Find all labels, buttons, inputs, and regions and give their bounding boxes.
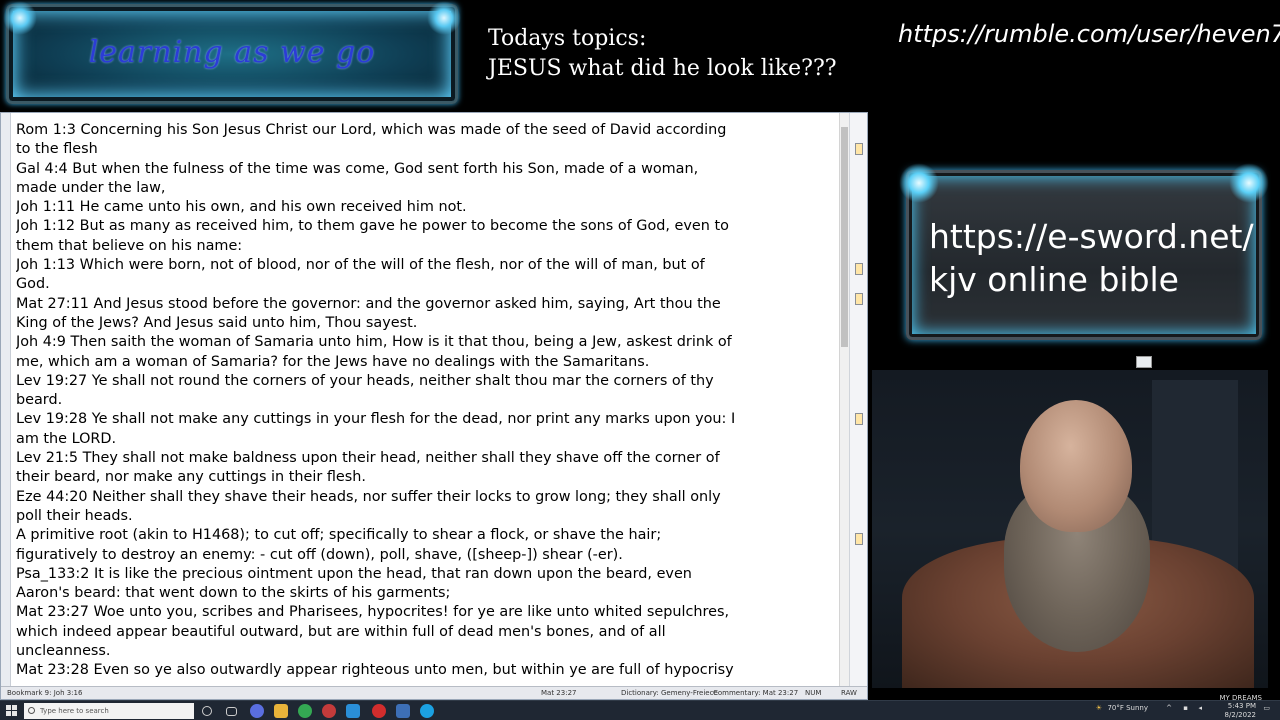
clock-date[interactable]: 8/2/2022 xyxy=(1225,711,1256,719)
toolbar-tab-icon[interactable] xyxy=(855,143,863,155)
verse-line: Joh 1:12 But as many as received him, to… xyxy=(16,218,729,235)
edge-icon[interactable] xyxy=(420,704,434,718)
verse-line: which indeed appear beautiful outward, b… xyxy=(16,623,666,640)
scroll-thumb[interactable] xyxy=(841,127,848,347)
verse-line: figuratively to destroy an enemy: - cut … xyxy=(16,546,623,563)
verse-line: Eze 44:20 Neither shall they shave their… xyxy=(16,488,721,505)
esword-link-panel: https://e-sword.net/ kjv online bible xyxy=(899,163,1269,340)
status-bookmark: Bookmark 9: Joh 3:16 xyxy=(7,689,83,697)
banner-title: learning as we go xyxy=(88,35,376,70)
vertical-scrollbar[interactable] xyxy=(839,113,849,687)
verse-text-area[interactable]: Rom 1:3 Concerning his Son Jesus Christ … xyxy=(16,121,842,687)
volume-icon[interactable]: ◂ xyxy=(1198,704,1202,712)
windows-start-icon[interactable] xyxy=(6,705,18,717)
taskbar-search-input[interactable]: Type here to search xyxy=(24,703,194,719)
verse-line: Psa_133:2 It is like the precious ointme… xyxy=(16,565,692,582)
verse-line: poll their heads. xyxy=(16,507,133,524)
esword-app-icon[interactable] xyxy=(396,704,410,718)
verse-line: Joh 1:13 Which were born, not of blood, … xyxy=(16,257,705,274)
verse-line: Gal 4:4 But when the fulness of the time… xyxy=(16,160,699,177)
network-icon[interactable]: ▪ xyxy=(1183,704,1188,712)
file-explorer-icon[interactable] xyxy=(274,704,288,718)
status-num: NUM xyxy=(805,689,822,697)
obs-icon[interactable] xyxy=(372,704,386,718)
channel-banner: learning as we go xyxy=(3,1,461,104)
verse-line: God. xyxy=(16,276,50,293)
verse-line: their beard, nor make any cuttings in th… xyxy=(16,469,366,486)
search-placeholder: Type here to search xyxy=(40,707,109,715)
verse-line: made under the law, xyxy=(16,179,166,196)
verse-line: Joh 1:11 He came unto his own, and his o… xyxy=(16,199,467,216)
verse-line: Mat 23:27 Woe unto you, scribes and Phar… xyxy=(16,604,730,621)
verse-line: Mat 27:11 And Jesus stood before the gov… xyxy=(16,295,721,312)
verse-line: Lev 21:5 They shall not make baldness up… xyxy=(16,450,720,467)
toolbar-tab-icon[interactable] xyxy=(855,533,863,545)
verse-line: King of the Jews? And Jesus said unto hi… xyxy=(16,314,418,331)
weather-text[interactable]: 70°F Sunny xyxy=(1107,704,1148,712)
left-ruler xyxy=(1,113,11,687)
topics-subject: JESUS what did he look like??? xyxy=(488,56,837,81)
verse-line: me, which am a woman of Samaria? for the… xyxy=(16,353,650,370)
verse-line: Joh 4:9 Then saith the woman of Samaria … xyxy=(16,334,732,351)
verse-line: Rom 1:3 Concerning his Son Jesus Christ … xyxy=(16,122,727,138)
verse-line: them that believe on his name: xyxy=(16,237,243,254)
tray-chevron-icon[interactable]: ^ xyxy=(1166,704,1172,712)
verse-line: uncleanness. xyxy=(16,643,111,660)
verse-line: am the LORD. xyxy=(16,430,117,447)
task-view-icon[interactable] xyxy=(226,707,237,716)
status-dictionary: Dictionary: Gemeny-Freiece xyxy=(621,689,718,697)
topics-heading: Todays topics: xyxy=(488,26,647,51)
cortana-icon[interactable] xyxy=(202,706,212,716)
verse-line: to the flesh xyxy=(16,141,98,158)
bible-text-window[interactable]: Rom 1:3 Concerning his Son Jesus Christ … xyxy=(0,112,868,700)
status-verse: Mat 23:27 xyxy=(541,689,577,697)
toolbar-tab-icon[interactable] xyxy=(855,293,863,305)
status-bar: Bookmark 9: Joh 3:16 Mat 23:27 Dictionar… xyxy=(1,686,867,699)
verse-line: A primitive root (akin to H1468); to cut… xyxy=(16,527,662,544)
clock-time[interactable]: 5:43 PM xyxy=(1228,702,1256,710)
esword-url: https://e-sword.net/ xyxy=(929,217,1254,256)
toolbar-tab-icon[interactable] xyxy=(855,413,863,425)
media-app-icon[interactable] xyxy=(322,704,336,718)
verse-line: Lev 19:28 Ye shall not make any cuttings… xyxy=(16,411,736,428)
verse-line: Lev 19:27 Ye shall not round the corners… xyxy=(16,372,714,389)
presenter-head xyxy=(1020,400,1132,532)
verse-line: beard. xyxy=(16,392,63,409)
rumble-url: https://rumble.com/user/heven7 xyxy=(898,20,1280,48)
search-icon xyxy=(28,707,35,714)
verse-line: Aaron's beard: that went down to the ski… xyxy=(16,585,451,602)
chrome-icon[interactable] xyxy=(298,704,312,718)
status-commentary: Commentary: Mat 23:27 xyxy=(713,689,799,697)
topics-block: Todays topics: JESUS what did he look li… xyxy=(488,24,837,84)
windows-taskbar: Type here to search ☀ 70°F Sunny ^ ▪ ◂ 5… xyxy=(0,700,1280,720)
toolbar-tab-icon[interactable] xyxy=(855,263,863,275)
editor-icon[interactable] xyxy=(346,704,360,718)
notification-icon[interactable]: ▭ xyxy=(1263,704,1270,712)
verse-line: Mat 23:28 Even so ye also outwardly appe… xyxy=(16,662,734,679)
esword-caption: kjv online bible xyxy=(929,260,1179,299)
weather-icon: ☀ xyxy=(1095,704,1102,712)
side-toolbar xyxy=(849,113,867,687)
webcam-feed: MY DREAMS xyxy=(872,370,1268,702)
status-raw: RAW xyxy=(841,689,857,697)
document-icon xyxy=(1136,356,1152,368)
chat-icon[interactable] xyxy=(250,704,264,718)
